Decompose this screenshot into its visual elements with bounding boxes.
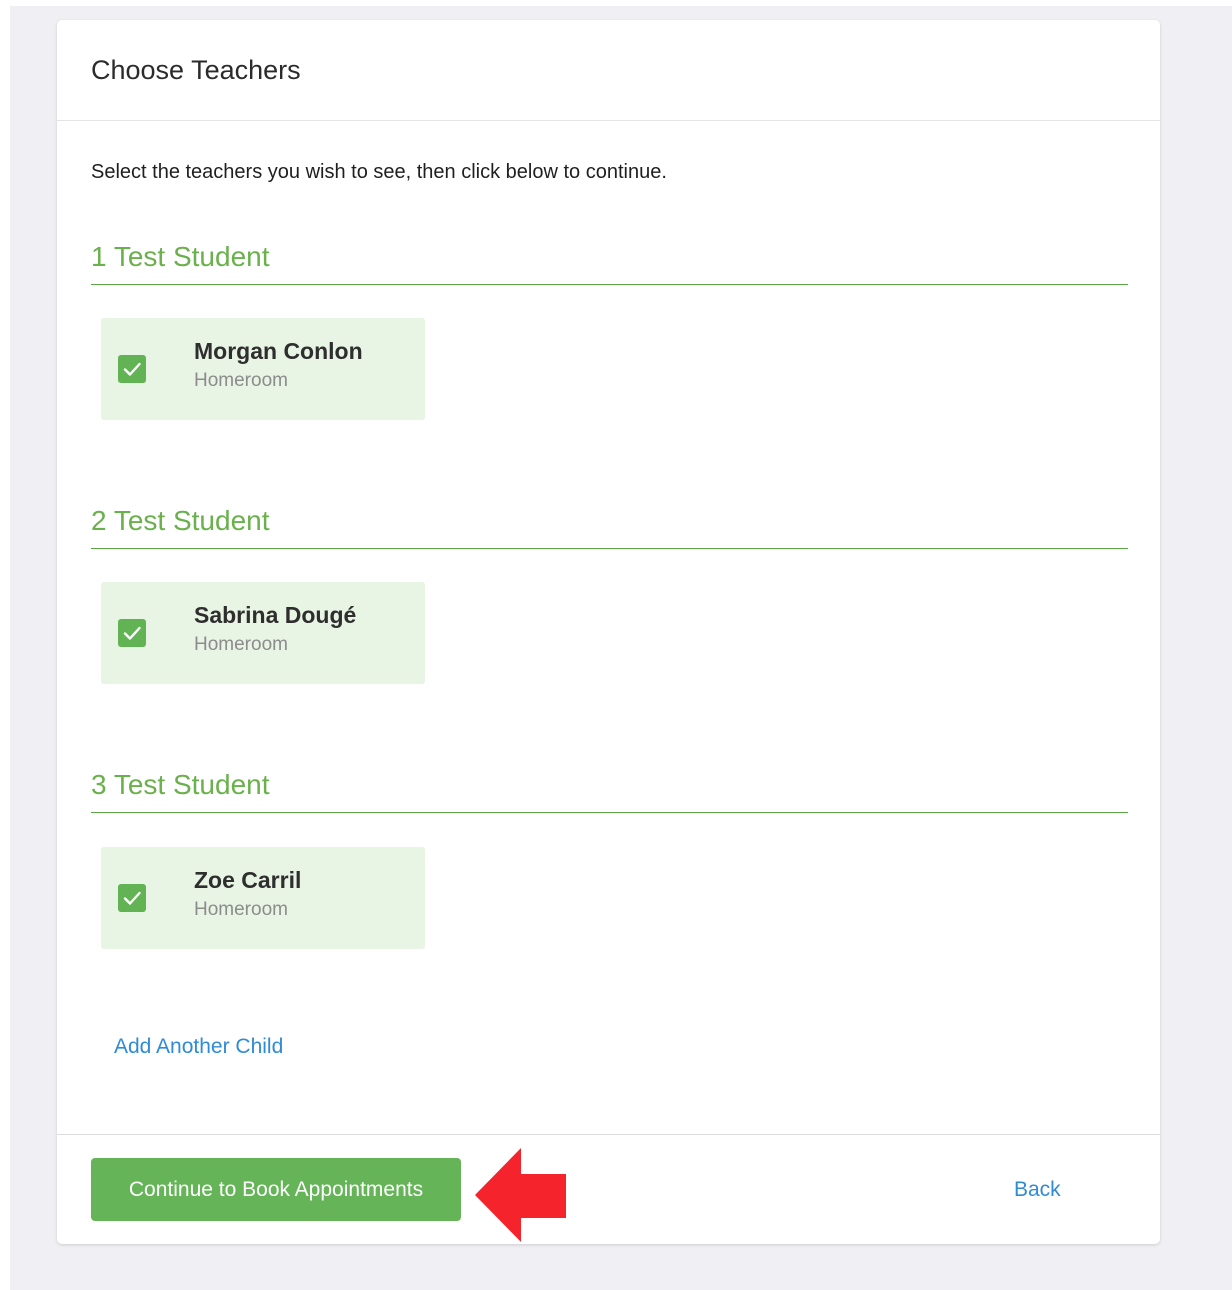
page-title: Choose Teachers (91, 55, 301, 85)
teacher-option-sabrina-douge[interactable]: Sabrina Dougé Homeroom (101, 582, 425, 684)
student-heading-2: 2 Test Student (91, 503, 1128, 549)
teacher-checkbox[interactable] (118, 355, 146, 383)
continue-to-book-appointments-button[interactable]: Continue to Book Appointments (91, 1158, 461, 1221)
student-name: 1 Test Student (91, 241, 270, 272)
teacher-checkbox[interactable] (118, 884, 146, 912)
checkmark-icon (123, 362, 141, 376)
panel-header: Choose Teachers (57, 20, 1160, 121)
teacher-role: Homeroom (194, 634, 288, 655)
panel-footer: Continue to Book Appointments Back (57, 1134, 1160, 1245)
student-heading-1: 1 Test Student (91, 239, 1128, 285)
checkmark-icon (123, 891, 141, 905)
student-name: 2 Test Student (91, 505, 270, 536)
checkmark-icon (123, 626, 141, 640)
teacher-name: Zoe Carril (194, 867, 302, 893)
teacher-option-morgan-conlon[interactable]: Morgan Conlon Homeroom (101, 318, 425, 420)
add-another-child-link[interactable]: Add Another Child (114, 1034, 283, 1060)
teacher-name: Sabrina Dougé (194, 602, 357, 628)
red-arrow-left-icon (475, 1148, 566, 1242)
student-name: 3 Test Student (91, 769, 270, 800)
student-heading-3: 3 Test Student (91, 767, 1128, 813)
teacher-role: Homeroom (194, 899, 288, 920)
back-link[interactable]: Back (1014, 1177, 1061, 1203)
teacher-name: Morgan Conlon (194, 338, 363, 364)
teacher-role: Homeroom (194, 370, 288, 391)
teacher-option-zoe-carril[interactable]: Zoe Carril Homeroom (101, 847, 425, 949)
instructions-text: Select the teachers you wish to see, the… (91, 161, 667, 183)
choose-teachers-panel: Choose Teachers Select the teachers you … (57, 20, 1160, 1244)
teacher-checkbox[interactable] (118, 619, 146, 647)
